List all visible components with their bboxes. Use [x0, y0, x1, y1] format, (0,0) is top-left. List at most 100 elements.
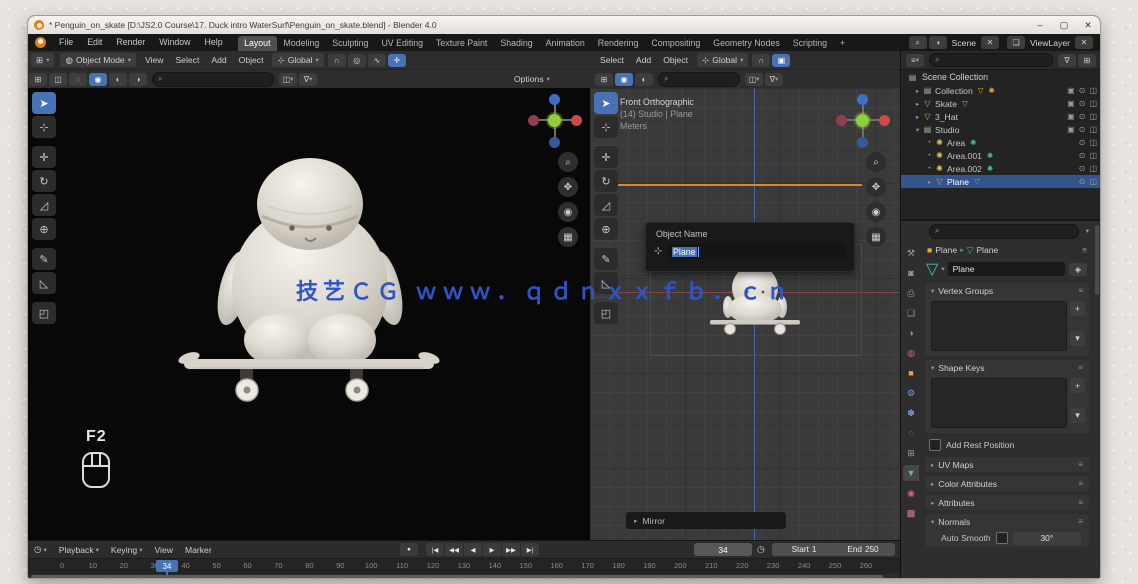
- menu-object[interactable]: Object: [233, 55, 270, 65]
- tool-cursor[interactable]: ⊹: [32, 116, 56, 138]
- tab-tool[interactable]: ⚒: [903, 245, 919, 261]
- gizmo-x-negative[interactable]: [528, 115, 539, 126]
- disable-render-icon[interactable]: ◫: [1089, 164, 1097, 173]
- tool-cursor[interactable]: ⊹: [594, 116, 618, 138]
- tool-transform[interactable]: ⊕: [32, 218, 56, 240]
- gizmo-z-positive[interactable]: [857, 94, 868, 105]
- tab-modifiers[interactable]: ⚙: [903, 385, 919, 401]
- outliner-item-label[interactable]: Studio: [935, 125, 959, 135]
- current-frame-field[interactable]: 34: [694, 543, 752, 556]
- tool-move[interactable]: ✛: [32, 146, 56, 168]
- timeline-editor-dropdown[interactable]: ◷ ▾: [28, 544, 53, 555]
- proportional-editing-icon[interactable]: ◎: [348, 54, 366, 67]
- outliner-row-skate[interactable]: ▸ ▽ Skate ▽ ▣ ⊙ ◫: [901, 97, 1100, 110]
- menu-select-right[interactable]: Select: [594, 55, 630, 65]
- workspace-tab-modeling[interactable]: Modeling: [277, 36, 326, 51]
- jump-to-end-button[interactable]: ▶|: [521, 543, 539, 556]
- exclude-checkbox[interactable]: ▣: [1067, 99, 1075, 108]
- scene-name[interactable]: Scene: [952, 38, 976, 48]
- tool-move[interactable]: ✛: [594, 146, 618, 168]
- tab-render[interactable]: ◙: [903, 265, 919, 281]
- perspective-toggle-icon[interactable]: ▦: [558, 227, 578, 247]
- penguin-body[interactable]: [211, 158, 409, 366]
- workspace-tab-animation[interactable]: Animation: [539, 36, 591, 51]
- menu-edit[interactable]: Edit: [80, 34, 109, 51]
- menu-object-right[interactable]: Object: [657, 55, 694, 65]
- disable-render-icon[interactable]: ◫: [1089, 177, 1097, 186]
- hide-eye-icon[interactable]: ⊙: [1079, 125, 1086, 134]
- properties-scrollbar[interactable]: [1095, 225, 1099, 295]
- outliner-row-plane[interactable]: ▸ ▽ Plane ▽ ⊙ ◫: [901, 175, 1100, 188]
- tab-particles[interactable]: ✽: [903, 405, 919, 421]
- panel-menu-icon[interactable]: ≡: [1078, 498, 1083, 507]
- tab-material[interactable]: ◉: [903, 485, 919, 501]
- expander-icon[interactable]: ▾: [913, 126, 922, 134]
- snap-toggle-icon[interactable]: ▣: [772, 54, 790, 67]
- normals-header[interactable]: ▾ Normals ≡: [925, 514, 1089, 529]
- menu-add[interactable]: Add: [205, 55, 232, 65]
- disable-render-icon[interactable]: ◫: [1089, 125, 1097, 134]
- gizmo-z-positive[interactable]: [549, 94, 560, 105]
- expander-icon[interactable]: ▾: [931, 287, 934, 295]
- maximize-button[interactable]: ▢: [1052, 16, 1076, 34]
- editor-type-dropdown[interactable]: ≡ ▾: [906, 54, 924, 67]
- shape-keys-list[interactable]: [931, 378, 1067, 428]
- play-reverse-button[interactable]: ◀: [464, 543, 482, 556]
- menu-window[interactable]: Window: [152, 34, 197, 51]
- hide-eye-icon[interactable]: ⊙: [1079, 177, 1086, 186]
- penguin-front-view[interactable]: [590, 88, 900, 540]
- orientation-dropdown[interactable]: ⊹ Global ▾: [272, 53, 323, 67]
- falloff-icon[interactable]: ∿: [368, 54, 386, 67]
- shape-keys-header[interactable]: ▾ Shape Keys ≡: [925, 360, 1089, 375]
- tab-constraints[interactable]: ⊞: [903, 445, 919, 461]
- viewport-3d-front-ortho[interactable]: Front Orthographic (14) Studio | Plane M…: [590, 88, 900, 540]
- expander-icon[interactable]: ▸: [931, 499, 934, 507]
- play-button[interactable]: ▶: [483, 543, 501, 556]
- add-rest-position-checkbox[interactable]: [929, 439, 941, 451]
- tab-object-data[interactable]: ▼: [903, 465, 919, 481]
- vertex-groups-list[interactable]: [931, 301, 1067, 351]
- gizmos-dropdown[interactable]: ∇ ▾: [299, 73, 317, 86]
- workspace-tab-compositing[interactable]: Compositing: [645, 36, 707, 51]
- camera-view-icon[interactable]: ◉: [866, 202, 886, 222]
- tab-physics[interactable]: ◌: [903, 425, 919, 441]
- outliner-row-area[interactable]: • ✺ Area ✺ ⊙ ◫: [901, 136, 1100, 149]
- unlink-scene-icon[interactable]: ✕: [981, 36, 999, 49]
- gizmo-toggle-icon[interactable]: ✛: [388, 54, 406, 67]
- timeline-editor[interactable]: ◷ ▾ Playback ▾ Keying ▾ View Marker ● |◀…: [28, 540, 900, 578]
- pin-icon[interactable]: ⍟: [1082, 245, 1087, 256]
- blender-logo-icon[interactable]: [35, 37, 46, 48]
- disable-render-icon[interactable]: ◫: [1089, 151, 1097, 160]
- menu-keying[interactable]: Keying ▾: [105, 545, 149, 555]
- panel-menu-icon[interactable]: ≡: [1078, 286, 1083, 295]
- playhead-current-frame[interactable]: 34: [156, 560, 178, 572]
- menu-add-right[interactable]: Add: [630, 55, 657, 65]
- object-name-input[interactable]: Plane: [668, 244, 846, 259]
- navigation-gizmo[interactable]: [836, 94, 890, 148]
- workspace-tab-uv-editing[interactable]: UV Editing: [375, 36, 430, 51]
- outliner-search-input[interactable]: ⌕: [929, 53, 1053, 67]
- disable-render-icon[interactable]: ◫: [1089, 138, 1097, 147]
- tool-measure[interactable]: ◺: [32, 272, 56, 294]
- close-button[interactable]: ✕: [1076, 16, 1100, 34]
- disable-render-icon[interactable]: ◫: [1089, 112, 1097, 121]
- datablock-name-input[interactable]: Plane: [948, 262, 1065, 276]
- add-shape-key-button[interactable]: +: [1070, 378, 1085, 393]
- expander-icon[interactable]: ▸: [925, 178, 934, 186]
- tool-rotate[interactable]: ↻: [32, 170, 56, 192]
- gizmo-z-negative[interactable]: [549, 137, 560, 148]
- outliner-item-label[interactable]: Plane: [947, 177, 969, 187]
- menu-marker[interactable]: Marker: [179, 545, 218, 555]
- tool-scale[interactable]: ◿: [32, 194, 56, 216]
- uv-maps-header[interactable]: ▸ UV Maps ≡: [925, 457, 1089, 472]
- visibility-chip[interactable]: ⊞: [595, 73, 613, 86]
- editor-type-dropdown[interactable]: ⊞ ▾: [31, 53, 54, 67]
- expander-icon[interactable]: ▸: [913, 87, 922, 95]
- next-keyframe-button[interactable]: ▶▶: [502, 543, 520, 556]
- workspace-add-button[interactable]: +: [834, 36, 852, 51]
- hide-eye-icon[interactable]: ⊙: [1079, 112, 1086, 121]
- tool-add-cube[interactable]: ◰: [32, 302, 56, 324]
- start-frame-field[interactable]: Start 1: [772, 543, 836, 556]
- shape-key-specials-dropdown[interactable]: ▾: [1070, 408, 1085, 423]
- panel-menu-icon[interactable]: ≡: [1078, 363, 1083, 372]
